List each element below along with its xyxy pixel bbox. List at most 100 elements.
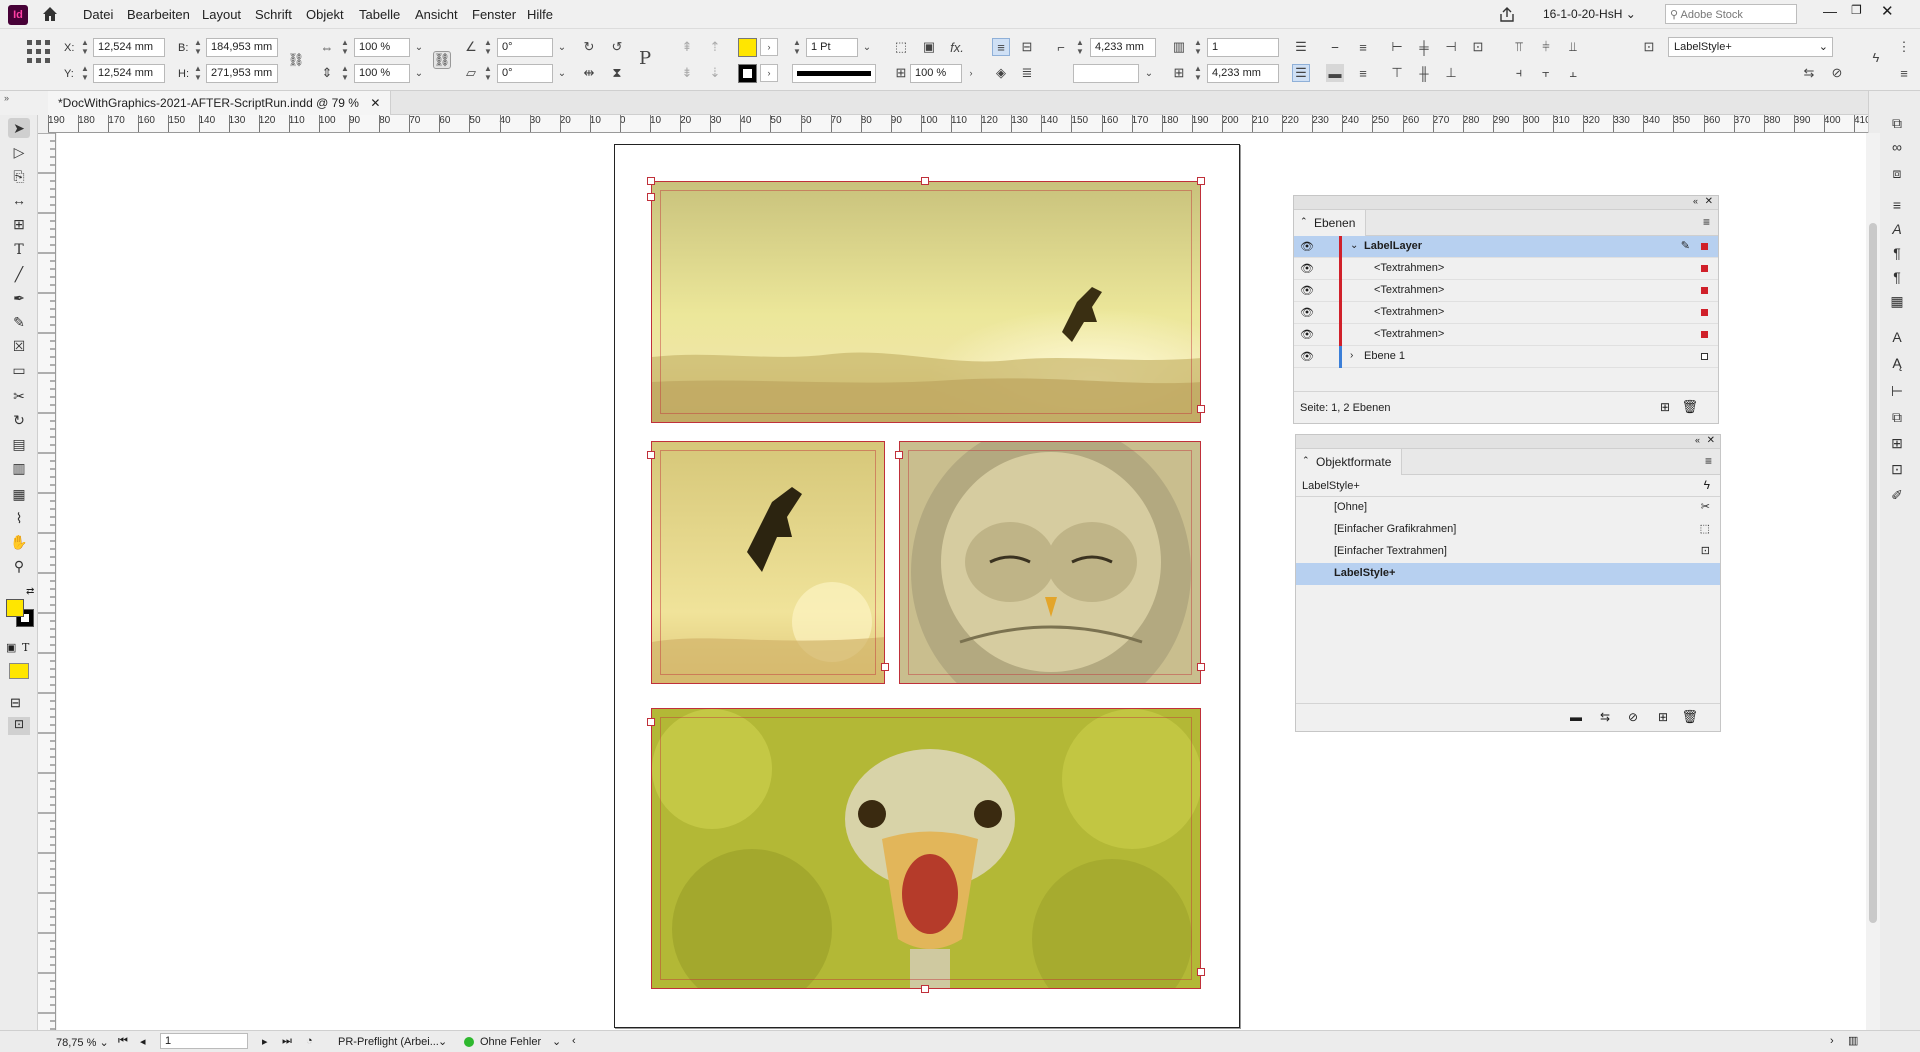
panel-menu-icon[interactable]: ≡	[1705, 454, 1712, 468]
scale-y-field[interactable]: 100 %	[354, 64, 410, 83]
y-field[interactable]: 12,524 mm	[93, 64, 165, 83]
rotate-dropdown[interactable]: ⌄	[553, 38, 571, 56]
menu-layout[interactable]: Layout	[202, 7, 241, 22]
clear-overrides-icon[interactable]: ⇆	[1800, 64, 1818, 82]
align-horizontal-centers-icon[interactable]: ╪	[1415, 38, 1433, 56]
selection-handle[interactable]	[1197, 663, 1205, 671]
close-tab-icon[interactable]: ✕	[370, 96, 380, 110]
eye-icon[interactable]: 👁	[1300, 262, 1314, 275]
restore-button[interactable]: ❐	[1851, 3, 1862, 17]
layer-selection-square[interactable]	[1701, 309, 1708, 316]
links-icon[interactable]: ∞	[1887, 137, 1907, 157]
rotate-cw-icon[interactable]: ↻	[580, 38, 598, 56]
y-stepper[interactable]: ▲ ▼	[80, 64, 90, 83]
text-wrap-icon[interactable]: ▦	[1887, 291, 1907, 311]
object-style-row[interactable]: [Einfacher Grafikrahmen] ⬚	[1296, 519, 1720, 541]
object-style-select[interactable]: LabelStyle+ ⌄	[1668, 37, 1833, 57]
fill-stroke-swatches[interactable]	[6, 599, 36, 629]
offset-1-field[interactable]: 4,233 mm	[1090, 38, 1156, 57]
control-menu-icon[interactable]: ≡	[1895, 64, 1913, 82]
eye-icon[interactable]: 👁	[1300, 240, 1314, 253]
rotate-stepper[interactable]: ▲ ▼	[483, 38, 493, 57]
selection-handle[interactable]	[647, 718, 655, 726]
selection-handle[interactable]	[881, 663, 889, 671]
panel-collapse-left[interactable]: »	[4, 93, 9, 103]
collapse-panel-icon[interactable]: «	[1695, 435, 1700, 445]
fill-dropdown-arrow[interactable]: ›	[760, 38, 778, 56]
preflight-dropdown[interactable]: ⌄	[438, 1035, 447, 1048]
share-icon[interactable]	[1497, 5, 1517, 25]
scroll-right-button[interactable]: ›	[1830, 1035, 1834, 1047]
stroke-weight-field[interactable]: 1 Pt	[806, 38, 858, 57]
flip-vertical-icon[interactable]: ⧗	[608, 64, 626, 82]
align-center-text-icon[interactable]: ⎯	[1326, 38, 1344, 56]
next-page-button[interactable]: ▸	[262, 1035, 268, 1048]
preflight-panel-icon[interactable]: ◔	[306, 1035, 313, 1047]
graphic-frame-owl[interactable]	[899, 441, 1201, 684]
distribute-left-icon[interactable]: ⫞	[1510, 64, 1528, 82]
formatting-text-icon[interactable]: T	[22, 641, 29, 654]
screen-mode-icon[interactable]: ⊟	[10, 695, 21, 711]
flip-horizontal-icon[interactable]: ⇹	[580, 64, 598, 82]
document-tab[interactable]: *DocWithGraphics-2021-AFTER-ScriptRun.in…	[48, 91, 392, 115]
align-top-text-icon[interactable]: ☰	[1292, 38, 1310, 56]
character-styles-icon[interactable]: Ą	[1887, 353, 1907, 373]
frame-fitting-icon[interactable]: ⬚	[892, 38, 910, 56]
select-prev-icon[interactable]: ⇡	[706, 38, 724, 56]
text-wrap-shape-icon[interactable]: ◈	[992, 64, 1010, 82]
layers-icon[interactable]: ⧈	[1887, 163, 1907, 183]
object-style-row[interactable]: [Einfacher Textrahmen] ⊡	[1296, 541, 1720, 563]
layer-selection-square[interactable]	[1701, 243, 1708, 250]
auto-size-icon[interactable]: ≡	[1354, 38, 1372, 56]
scale-x-stepper[interactable]: ▲ ▼	[340, 38, 350, 57]
scale-x-field[interactable]: 100 %	[354, 38, 410, 57]
clear-attributes-icon[interactable]: ⊘	[1628, 710, 1638, 724]
layer-row[interactable]: 👁 <Textrahmen>	[1294, 324, 1718, 346]
character-icon[interactable]: A	[1887, 219, 1907, 239]
chevron-down-icon[interactable]: ⌄	[1350, 240, 1358, 251]
align-vertical-centers-icon[interactable]: ╫	[1415, 64, 1433, 82]
object-styles-icon[interactable]: ⊡	[1887, 459, 1907, 479]
stroke-weight-stepper[interactable]: ▲ ▼	[792, 38, 802, 57]
stroke-swatch[interactable]	[738, 64, 757, 83]
text-wrap-none-icon[interactable]: ≡	[992, 38, 1010, 56]
home-icon[interactable]	[40, 4, 60, 24]
close-window-button[interactable]: ✕	[1881, 2, 1894, 20]
gradient-feather-tool-icon[interactable]: ▥	[8, 458, 30, 478]
x-stepper[interactable]: ▲ ▼	[80, 38, 90, 57]
stroke-weight-dropdown[interactable]: ⌄	[858, 38, 876, 56]
menu-fenster[interactable]: Fenster	[472, 7, 516, 22]
menu-ansicht[interactable]: Ansicht	[415, 7, 458, 22]
rectangle-frame-tool-icon[interactable]: ☒	[8, 336, 30, 356]
width-stepper[interactable]: ▲ ▼	[193, 38, 203, 57]
page-tool-icon[interactable]: ⎘	[8, 166, 30, 186]
rotate-ccw-icon[interactable]: ↺	[608, 38, 626, 56]
columns-field[interactable]: 1	[1207, 38, 1279, 57]
selection-handle[interactable]	[1197, 177, 1205, 185]
graphic-frame-ostrich[interactable]	[651, 708, 1201, 989]
panel-menu-icon[interactable]: ≡	[1703, 215, 1710, 229]
drop-shadow-icon[interactable]: ▣	[920, 38, 938, 56]
path-direction-icon[interactable]: P	[636, 48, 654, 69]
trash-icon[interactable]: 🗑	[1681, 399, 1698, 415]
minimize-button[interactable]: —	[1823, 3, 1837, 19]
lightning-icon[interactable]: ϟ	[1704, 478, 1710, 492]
scissors-tool-icon[interactable]: ✂	[8, 386, 30, 406]
align-top-edges-icon[interactable]: ⊤	[1388, 64, 1406, 82]
menu-objekt[interactable]: Objekt	[306, 7, 344, 22]
lightning-icon[interactable]: ϟ	[1867, 48, 1885, 66]
swatches-icon[interactable]: ✐	[1887, 485, 1907, 505]
layer-selection-square[interactable]	[1701, 331, 1708, 338]
graphic-frame-eagle[interactable]	[651, 441, 885, 684]
new-group-icon[interactable]: ▬	[1570, 710, 1582, 724]
new-style-icon[interactable]: ⊞	[1658, 710, 1668, 724]
gradient-swatch-tool-icon[interactable]: ▤	[8, 434, 30, 454]
chevron-right-icon[interactable]: ›	[1350, 350, 1353, 361]
eyedropper-tool-icon[interactable]: ⌇	[8, 508, 30, 528]
document-page[interactable]	[614, 144, 1240, 1028]
corner-shape-dropdown[interactable]: ⌄	[1140, 64, 1158, 82]
type-tool-icon[interactable]: T	[8, 240, 30, 260]
height-field[interactable]: 271,953 mm	[206, 64, 278, 83]
height-stepper[interactable]: ▲ ▼	[193, 64, 203, 83]
scale-x-dropdown[interactable]: ⌄	[410, 38, 428, 56]
